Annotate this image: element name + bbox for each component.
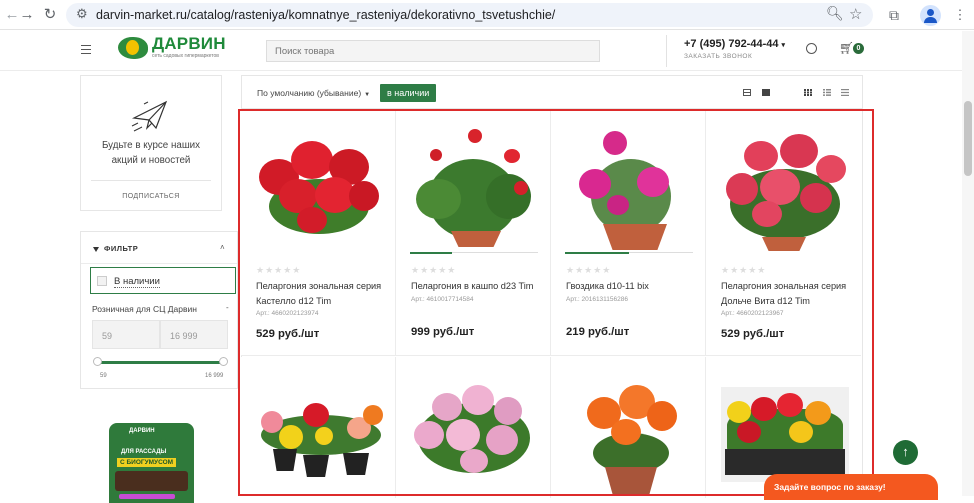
logo-name: ДАРВИН <box>152 34 226 53</box>
address-bar[interactable]: ⚙ darvin-market.ru/catalog/rasteniya/kom… <box>66 3 873 27</box>
cart-icon[interactable]: 🛒︎ <box>839 41 854 55</box>
highlight-frame <box>238 109 874 496</box>
compact-list-icon[interactable] <box>841 89 849 96</box>
range-min-label: 59 <box>100 373 107 379</box>
in-stock-filter[interactable]: В наличии <box>90 267 236 294</box>
filter-title-text: ФИЛЬТР <box>104 244 139 253</box>
bag-stripe <box>119 494 175 499</box>
in-stock-checkbox[interactable] <box>97 276 107 286</box>
banner-brand: ДАРВИН <box>129 428 155 434</box>
tune-icon[interactable]: ⚙ <box>76 6 88 22</box>
star-icon[interactable]: ☆ <box>849 5 862 23</box>
range-max-label: 16 999 <box>205 373 224 379</box>
subscribe-text: Будьте в курсе наших акций и новостей <box>101 140 201 166</box>
callback-link[interactable]: ЗАКАЗАТЬ ЗВОНОК <box>684 53 752 60</box>
in-stock-label[interactable]: В наличии <box>114 276 160 288</box>
phone-caret[interactable]: ▾ <box>782 42 786 49</box>
soil-bag-image: ДАРВИН ДЛЯ РАССАДЫ С БИОГУМУСОМ <box>109 423 194 503</box>
price-filter-title: Розничная для СЦ Дарвин <box>92 304 197 314</box>
grid-icon[interactable] <box>804 89 812 96</box>
filter-title[interactable]: ФИЛЬТР <box>93 244 138 253</box>
divider <box>91 180 211 181</box>
arrow-up-icon[interactable]: ↑ <box>893 440 918 465</box>
logo[interactable]: ДАРВИН сеть садовых гипермаркетов <box>118 34 228 62</box>
reload-icon[interactable]: ↻ <box>40 5 60 25</box>
page-scrollbar[interactable] <box>962 31 974 496</box>
ask-question-button[interactable]: Задайте вопрос по заказу! <box>764 474 938 500</box>
filter-panel: ФИЛЬТР ˄ В наличии Розничная для СЦ Дарв… <box>80 231 238 389</box>
extensions-icon[interactable]: ⧉ <box>884 5 904 25</box>
cart-count-badge: 0 <box>853 43 864 54</box>
price-slider-min-handle[interactable] <box>93 357 102 366</box>
in-stock-button[interactable]: в наличии <box>380 84 437 102</box>
browser-menu-icon[interactable]: ⋮ <box>950 5 970 25</box>
list-icon[interactable] <box>823 89 831 96</box>
paper-plane-icon <box>131 100 168 132</box>
subscribe-box: Будьте в курсе наших акций и новостей ПО… <box>80 75 222 211</box>
price-max-input[interactable]: 16 999 <box>160 320 228 349</box>
url-text[interactable]: darvin-market.ru/catalog/rasteniya/komna… <box>96 8 555 22</box>
divider <box>666 35 667 67</box>
zoom-icon[interactable]: 🔍︎ <box>826 5 844 22</box>
view-table-icon[interactable] <box>743 89 751 96</box>
chevron-up-icon[interactable]: ˄ <box>220 243 225 252</box>
phone-number[interactable]: +7 (495) 792-44-44 ▾ <box>684 38 785 50</box>
browser-toolbar: ← → ↻ ⚙ darvin-market.ru/catalog/rasteni… <box>0 0 974 30</box>
site-header: ДАРВИН сеть садовых гипермаркетов +7 (49… <box>0 31 974 71</box>
price-slider-track[interactable] <box>96 361 224 364</box>
sort-select[interactable]: По умолчанию (убывание) ▼ <box>257 88 370 98</box>
divider <box>81 263 237 264</box>
sort-caret-icon: ▼ <box>364 92 371 98</box>
user-icon[interactable] <box>806 43 817 54</box>
promo-banner[interactable]: ДАРВИН ДЛЯ РАССАДЫ С БИОГУМУСОМ <box>80 408 222 503</box>
catalog-toolbar: По умолчанию (убывание) ▼ в наличии <box>241 75 863 108</box>
view-card-icon[interactable] <box>762 89 770 96</box>
logo-mark <box>118 37 148 59</box>
profile-icon[interactable] <box>920 5 941 26</box>
menu-icon[interactable] <box>81 45 91 54</box>
price-min-input[interactable]: 59 <box>92 320 160 349</box>
phone-text: +7 (495) 792-44-44 <box>684 38 779 50</box>
scrollbar-thumb[interactable] <box>964 101 972 176</box>
search-input[interactable] <box>266 40 600 62</box>
forward-icon[interactable]: → <box>17 5 37 25</box>
sort-label: По умолчанию (убывание) <box>257 88 362 98</box>
banner-line-1: ДЛЯ РАССАДЫ <box>121 449 167 455</box>
logo-subtitle: сеть садовых гипермаркетов <box>152 53 219 59</box>
price-collapse-icon[interactable]: - <box>226 303 229 312</box>
banner-line-2: С БИОГУМУСОМ <box>117 458 177 467</box>
price-slider-max-handle[interactable] <box>219 357 228 366</box>
funnel-icon <box>93 246 99 252</box>
subscribe-link[interactable]: ПОДПИСАТЬСЯ <box>91 193 211 200</box>
soil-image <box>115 471 188 491</box>
